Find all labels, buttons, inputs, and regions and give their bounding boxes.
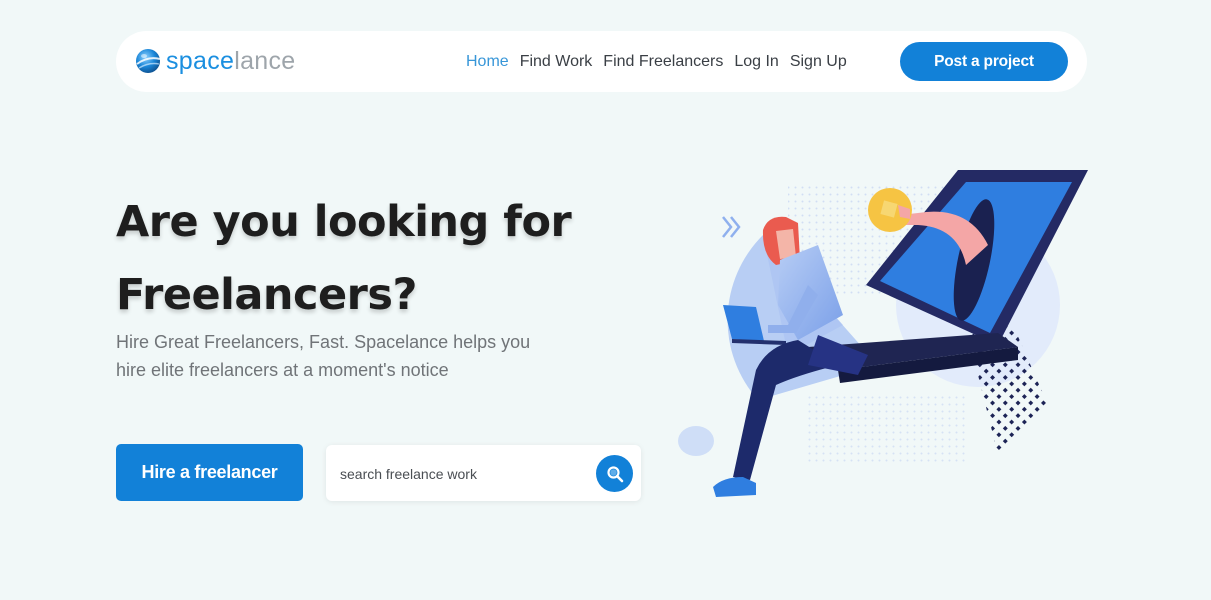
- nav-link-home[interactable]: Home: [466, 50, 509, 74]
- hero-title: Are you looking for Freelancers?: [116, 186, 676, 332]
- globe-icon: [136, 49, 161, 73]
- brand-name-part1: space: [166, 47, 235, 75]
- nav-link-sign-up[interactable]: Sign Up: [790, 50, 847, 74]
- landing-page: spacelance Home Find Work Find Freelance…: [0, 0, 1211, 600]
- search-button[interactable]: [596, 455, 633, 492]
- search-icon: [606, 465, 623, 482]
- nav-link-find-freelancers[interactable]: Find Freelancers: [603, 50, 723, 74]
- hero-illustration: [678, 170, 1088, 497]
- navbar: spacelance Home Find Work Find Freelance…: [116, 31, 1087, 92]
- hero-title-line1: Are you looking for: [116, 197, 572, 247]
- nav-link-find-work[interactable]: Find Work: [520, 50, 593, 74]
- search-box: [326, 445, 641, 501]
- hero-title-line2: Freelancers?: [116, 270, 417, 320]
- logo[interactable]: spacelance: [134, 45, 295, 77]
- post-project-button[interactable]: Post a project: [900, 42, 1068, 81]
- nav-links: Home Find Work Find Freelancers Log In S…: [466, 50, 858, 74]
- brand-name-part2: lance: [234, 47, 296, 75]
- hire-freelancer-button[interactable]: Hire a freelancer: [116, 444, 303, 501]
- hero-subtitle: Hire Great Freelancers, Fast. Spacelance…: [116, 332, 531, 380]
- search-input[interactable]: [340, 461, 590, 487]
- nav-link-log-in[interactable]: Log In: [734, 50, 778, 74]
- brand-name: spacelance: [166, 45, 295, 77]
